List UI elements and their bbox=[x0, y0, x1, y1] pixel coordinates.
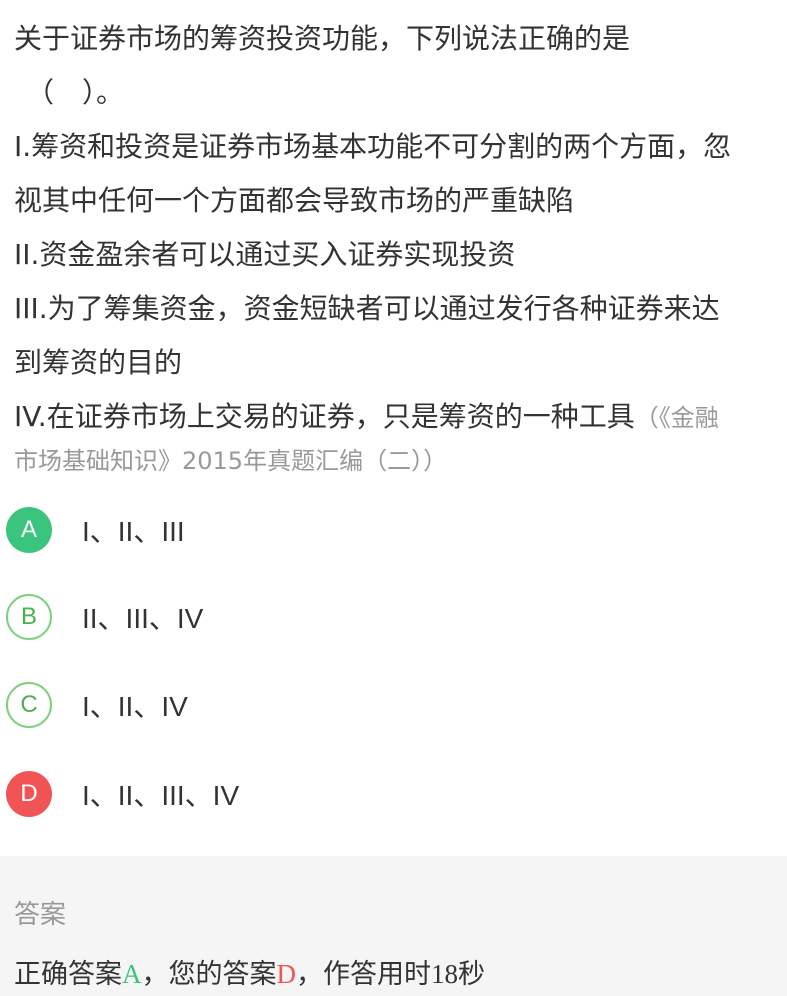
my-answer-label: ，您的答案 bbox=[141, 959, 277, 990]
option-b-badge: B bbox=[6, 594, 52, 640]
option-b-text: II、III、IV bbox=[82, 603, 204, 634]
answer-summary: 正确答案A，您的答案D，作答用时18秒 bbox=[14, 952, 485, 991]
option-d-badge: D bbox=[6, 771, 52, 817]
time-unit: 秒 bbox=[458, 959, 485, 990]
option-c[interactable]: C I、II、IV bbox=[6, 679, 188, 731]
my-answer-letter: D bbox=[276, 959, 297, 989]
correct-answer-label: 正确答案 bbox=[14, 959, 122, 990]
statement-1-line-1: I.筹资和投资是证券市场基本功能不可分割的两个方面，忽 bbox=[14, 130, 732, 163]
question-source-part-2: 市场基础知识》2015年真题汇编（二）） bbox=[14, 447, 448, 475]
question-text: 关于证券市场的筹资投资功能，下列说法正确的是 （ ）。 I.筹资和投资是证券市场… bbox=[14, 12, 779, 481]
question-blank: （ ）。 bbox=[26, 76, 125, 109]
option-d[interactable]: D I、II、III、IV bbox=[6, 768, 239, 820]
statement-1-line-2: 视其中任何一个方面都会导致市场的严重缺陷 bbox=[14, 184, 575, 217]
option-a[interactable]: A I、II、III bbox=[6, 504, 185, 556]
option-b[interactable]: B II、III、IV bbox=[6, 591, 203, 643]
option-c-text: I、II、IV bbox=[82, 691, 188, 722]
statement-3-line-1: III.为了筹集资金，资金短缺者可以通过发行各种证券来达 bbox=[14, 292, 720, 325]
question-source-part-1: （《金融 bbox=[634, 404, 719, 432]
time-value: 18 bbox=[431, 959, 458, 989]
question-stem: 关于证券市场的筹资投资功能，下列说法正确的是 bbox=[14, 22, 631, 55]
time-label: ，作答用时 bbox=[296, 959, 431, 990]
answer-title: 答案 bbox=[14, 900, 67, 930]
statement-4: IV.在证券市场上交易的证券，只是筹资的一种工具 bbox=[14, 400, 635, 433]
option-c-badge: C bbox=[6, 682, 52, 728]
option-a-text: I、II、III bbox=[82, 516, 185, 547]
option-d-text: I、II、III、IV bbox=[82, 780, 240, 811]
statement-3-line-2: 到筹资的目的 bbox=[14, 346, 183, 379]
option-a-badge: A bbox=[6, 507, 52, 553]
correct-answer-letter: A bbox=[122, 959, 142, 989]
statement-2: II.资金盈余者可以通过买入证券实现投资 bbox=[14, 238, 516, 271]
answer-panel: 答案 正确答案A，您的答案D，作答用时18秒 bbox=[0, 856, 787, 996]
statement-4-line: IV.在证券市场上交易的证券，只是筹资的一种工具（《金融 bbox=[14, 390, 779, 445]
